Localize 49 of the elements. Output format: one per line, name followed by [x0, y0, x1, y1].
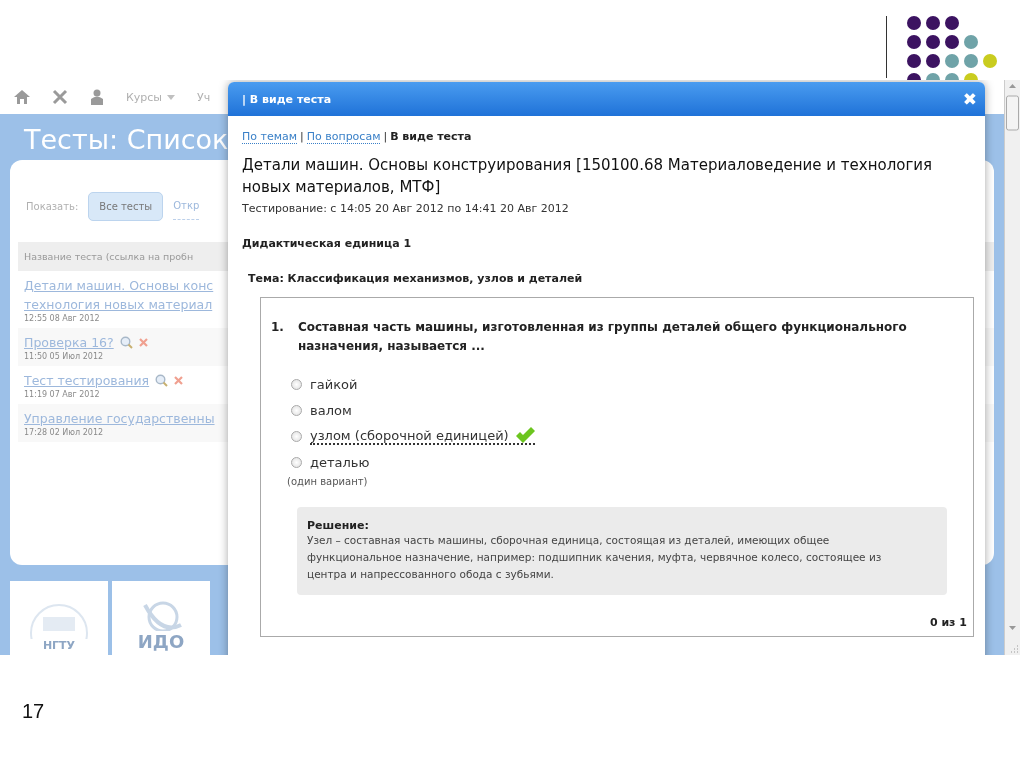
answer-option[interactable]: гайкой — [310, 376, 358, 392]
test-period: Тестирование: с 14:05 20 Авг 2012 по 14:41 20 Авг 2012 — [242, 202, 570, 215]
test-link[interactable]: Детали машин. Основы конс технология новых материал — [24, 276, 214, 314]
test-link[interactable]: Управление государственны — [24, 409, 215, 428]
dialog-title: | В виде теста — [242, 92, 332, 106]
checkmark-icon — [514, 427, 535, 443]
test-date: 11:50 05 Июл 2012 — [24, 352, 104, 361]
solution-label: Решение: — [307, 519, 370, 532]
tab-separator: | — [300, 130, 304, 144]
question-text: Составная часть машины, изготовленная из группы деталей общего функционального назначения, называется ... — [297, 319, 908, 355]
radio-button[interactable] — [291, 378, 302, 390]
logo: НГТУ — [10, 581, 108, 655]
scrollbar[interactable] — [1004, 80, 1020, 655]
filter-tab[interactable]: Откр — [173, 192, 200, 220]
score-text: 0 из 1 — [929, 616, 967, 629]
page-number: 17 — [22, 700, 45, 723]
topic-title: Тема: Классификация механизмов, узлов и деталей — [248, 272, 584, 285]
view-tab[interactable]: По темам — [242, 130, 297, 144]
tab-separator: | — [383, 130, 388, 144]
test-date: 17:28 02 Июл 2012 — [24, 428, 104, 437]
question-number: 1. — [271, 319, 284, 336]
nav-menu-item[interactable]: Уч — [197, 90, 211, 104]
solution-text: Узел – составная часть машины, сборочная единица, состоящая из деталей, имеющих общее функциональное назначение, например: подшипник качения, муфта, червячное колесо, состоящее из центра и напрессованного обода с зубьями. — [307, 533, 883, 582]
filter-tab[interactable]: Все тесты — [88, 191, 164, 221]
page-title: Тесты: Список — [24, 124, 229, 157]
radio-button[interactable] — [291, 456, 302, 468]
radio-button[interactable] — [291, 430, 302, 442]
filter-label: Показать: — [26, 200, 79, 212]
answer-hint: (один вариант) — [287, 476, 369, 487]
test-heading: Детали машин. Основы конструирования [150100.68 Материаловедение и технология новых материалов, МТФ] — [242, 155, 934, 198]
view-tab[interactable]: По вопросам — [306, 130, 381, 144]
test-link[interactable]: Тест тестирования — [24, 371, 150, 390]
test-date: 11:19 07 Авг 2012 — [24, 390, 100, 399]
answer-option[interactable]: валом — [310, 402, 352, 418]
delete-icon[interactable] — [138, 338, 148, 347]
nav-menu-item[interactable]: Курсы — [126, 90, 176, 104]
logo: ИДО — [112, 581, 210, 655]
search-icon[interactable] — [155, 374, 169, 387]
close-button[interactable]: ✖ — [962, 89, 977, 109]
test-date: 12:55 08 Авг 2012 — [24, 314, 100, 323]
radio-button[interactable] — [291, 404, 302, 416]
home-icon[interactable] — [14, 90, 30, 104]
answer-option[interactable]: деталью — [310, 454, 370, 470]
answer-option[interactable]: узлом (сборочной единицей) — [310, 427, 535, 445]
delete-icon[interactable] — [174, 376, 184, 385]
search-icon[interactable] — [119, 336, 133, 349]
users-icon[interactable] — [90, 89, 104, 105]
test-link[interactable]: Проверка 16? — [24, 333, 114, 352]
view-tab[interactable]: В виде теста — [390, 130, 472, 144]
